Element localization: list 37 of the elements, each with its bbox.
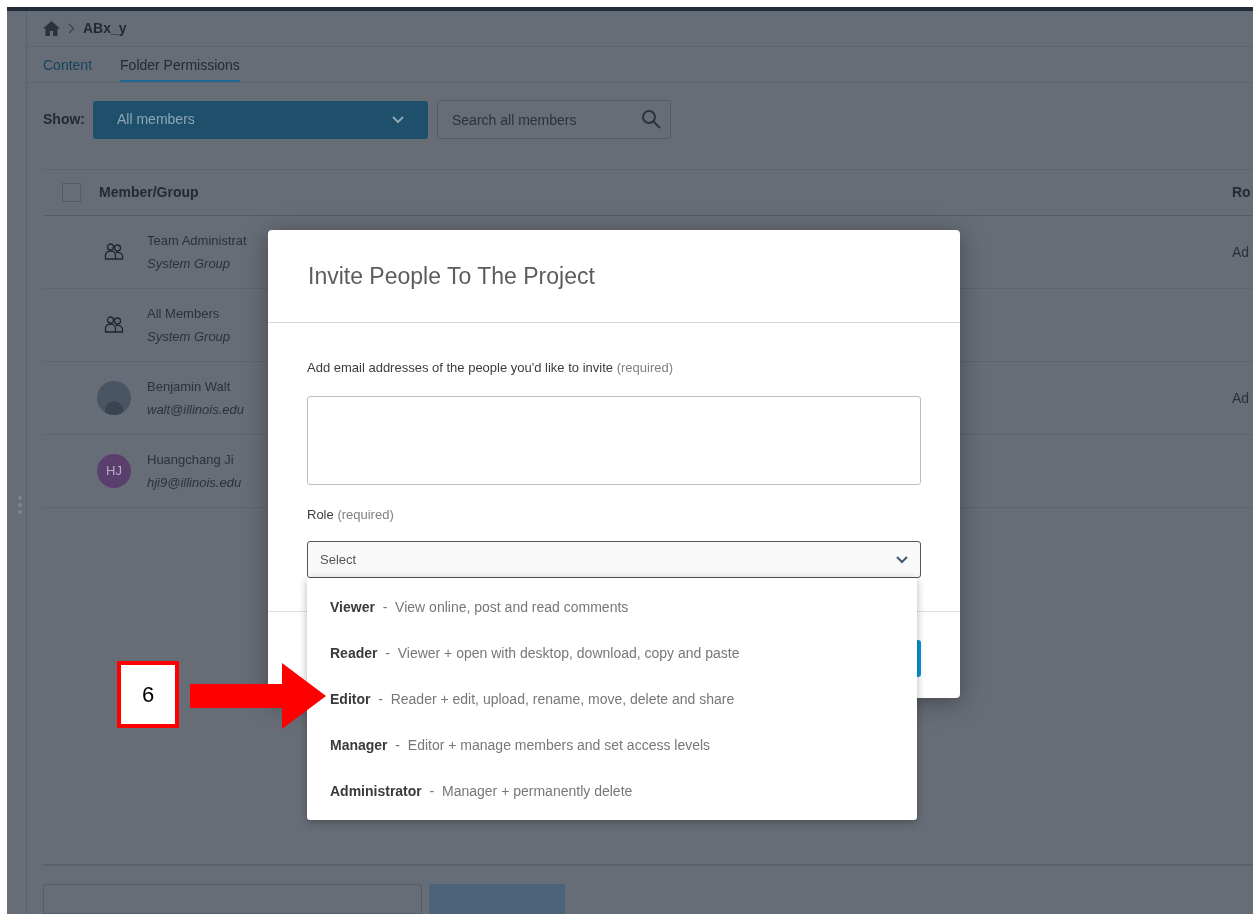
avatar-placeholder [97,381,131,415]
role-cell-text: Ad [1232,242,1250,262]
chevron-down-icon [392,115,404,124]
arrow-icon [190,663,326,729]
search-field[interactable]: Search all members [437,100,671,139]
member-detail: System Group [147,255,232,273]
member-name: All Members [147,304,221,323]
column-header: Member/Group [99,183,199,202]
member-detail: walt@illinois.edu [147,401,245,419]
member-detail: hji9@illinois.edu [147,474,242,492]
role-select[interactable]: Select [307,541,921,578]
role-option[interactable]: Administrator - Manager + permanently delete [307,768,917,814]
role-option[interactable]: Viewer - View online, post and read comments [307,584,917,630]
column-header: Ro [1232,183,1251,202]
home-icon[interactable] [43,21,60,36]
search-icon [641,109,661,129]
member-detail: System Group [147,328,231,346]
callout-box: 6 [117,661,179,728]
role-option[interactable]: Manager - Editor + manage members and set access levels [307,722,917,768]
email-label: Add email addresses of the people you'd like to invite (required) [307,359,674,377]
show-label: Show: [43,110,85,129]
breadcrumb-current: ABx_y [83,19,127,38]
chevron-right-icon [68,23,75,34]
role-option[interactable]: Reader - Viewer + open with desktop, download, copy and paste [307,630,917,676]
bottom-button[interactable] [429,884,565,914]
chevron-down-icon [896,555,908,564]
dialog-title: Invite People To The Project [308,261,595,291]
member-name: Benjamin Walt [147,377,232,396]
people-icon [104,242,124,262]
role-cell-text: Ad [1232,388,1250,408]
member-name: Huangchang Ji [147,450,235,469]
member-name: Team Administrat [147,231,247,250]
avatar-initials: HJ [97,454,131,488]
email-field[interactable] [307,395,921,485]
filter-dropdown[interactable]: All members [93,100,428,139]
people-icon [104,315,124,335]
role-label: Role (required) [307,505,395,524]
